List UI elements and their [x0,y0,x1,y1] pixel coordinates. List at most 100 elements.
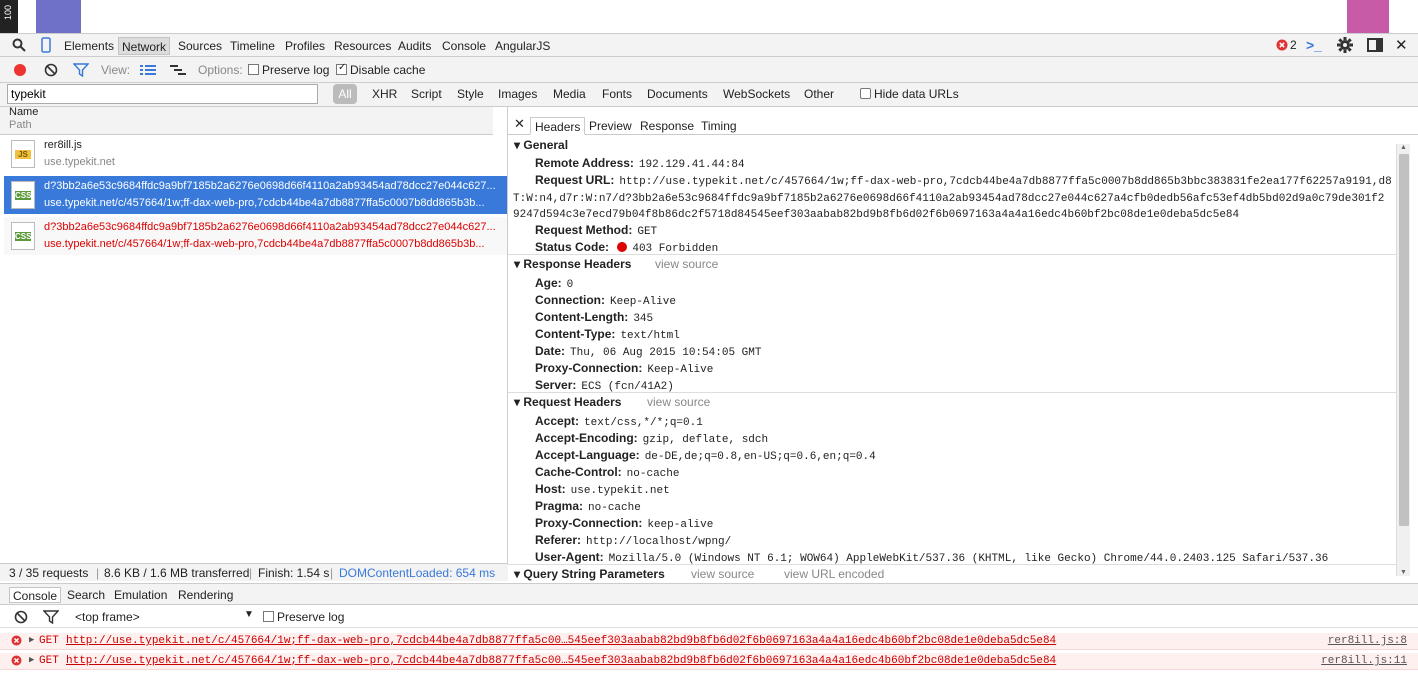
clear-console-icon[interactable] [14,610,28,624]
drawer-tab-search[interactable]: Search [64,587,108,603]
query-string-section-header[interactable]: ▾ Query String Parameters view source vi… [514,567,1114,581]
disable-cache-checkbox[interactable]: Disable cache [336,62,425,77]
header-row: Accept: text/css,*/*;q=0.1 [535,414,703,429]
drawer-tab-console[interactable]: Console [9,587,62,603]
hide-data-urls-checkbox[interactable]: Hide data URLs [860,87,959,101]
view-url-encoded-link[interactable]: view URL encoded [784,567,884,581]
filter-type-websockets[interactable]: WebSockets [723,87,790,101]
tab-angularjs[interactable]: AngularJS [492,37,553,55]
detail-tabs: ✕ Headers Preview Response Timing [508,115,1418,135]
tab-headers[interactable]: Headers [530,117,586,135]
drawer-tab-emulation[interactable]: Emulation [111,587,170,603]
divider [508,254,1396,255]
header-row: Proxy-Connection: keep-alive [535,516,714,531]
checkbox-box [263,611,274,622]
scroll-up-icon[interactable]: ▲ [1400,144,1407,151]
finish-time: Finish: 1.54 s [258,566,330,580]
request-row-selected[interactable]: CSS d?3bb2a6e53c9684ffdc9a9bf7185b2a6276… [4,176,507,214]
device-mode-icon[interactable] [40,37,52,53]
frame-select[interactable]: <top frame> ▼ [71,608,256,625]
filter-type-xhr[interactable]: XHR [372,87,397,101]
record-icon[interactable] [13,63,27,77]
tab-audits[interactable]: Audits [395,37,434,55]
scroll-down-icon[interactable]: ▼ [1400,569,1407,576]
hide-data-urls-label: Hide data URLs [874,87,959,101]
view-source-link[interactable]: view source [691,567,754,581]
tab-elements[interactable]: Elements [61,37,117,55]
filter-type-other[interactable]: Other [804,87,834,101]
console-prompt[interactable] [0,673,1418,679]
status-error-dot [617,242,628,252]
filter-input[interactable] [7,84,318,104]
filter-type-documents[interactable]: Documents [647,87,708,101]
request-headers-section-header[interactable]: ▾ Request Headers view source [514,395,914,409]
frame-select-value: <top frame> [75,610,140,624]
filter-type-media[interactable]: Media [553,87,586,101]
request-row[interactable]: JS rer8ill.js use.typekit.net [4,135,507,173]
filter-icon[interactable] [73,63,89,77]
view-source-link[interactable]: view source [655,257,718,271]
error-source-link[interactable]: rer8ill.js:11 [1321,655,1407,667]
request-list-header[interactable]: Name Path [0,106,493,135]
scrollbar-thumb[interactable] [1399,154,1409,526]
filter-type-fonts[interactable]: Fonts [602,87,632,101]
filter-type-script[interactable]: Script [411,87,442,101]
chevron-down-icon: ▼ [244,609,254,620]
header-row: Cache-Control: no-cache [535,465,680,480]
console-preserve-log-checkbox[interactable]: Preserve log [263,610,344,624]
console-drawer-icon[interactable]: >_ [1306,37,1322,53]
error-counter[interactable]: 2 [1276,38,1297,52]
tab-response[interactable]: Response [636,117,698,135]
header-row: Date: Thu, 06 Aug 2015 10:54:05 GMT [535,344,762,359]
tab-timeline[interactable]: Timeline [227,37,278,55]
filter-type-style[interactable]: Style [457,87,484,101]
console-error-row[interactable]: ▶ GET http://use.typekit.net/c/457664/1w… [0,653,1418,670]
filter-icon[interactable] [43,610,59,624]
error-source-link[interactable]: rer8ill.js:8 [1328,635,1407,647]
response-headers-section-header[interactable]: ▾ Response Headers view source [514,257,914,271]
header-row: Accept-Encoding: gzip, deflate, sdch [535,431,769,446]
checkbox-box [336,62,347,75]
close-icon[interactable]: ✕ [1395,36,1408,54]
divider: | [330,566,334,580]
dock-side-icon[interactable] [1367,38,1383,52]
general-section-header[interactable]: ▾ General [514,138,568,152]
close-details-icon[interactable]: ✕ [514,116,525,132]
gear-icon[interactable] [1337,37,1353,53]
expand-triangle-icon[interactable]: ▶ [29,635,34,645]
drawer-tab-rendering[interactable]: Rendering [175,587,236,603]
tab-resources[interactable]: Resources [331,37,394,55]
large-rows-icon[interactable] [140,63,156,77]
search-icon[interactable] [12,38,26,52]
error-count: 2 [1290,38,1297,52]
header-row: Accept-Language: de-DE,de;q=0.8,en-US;q=0… [535,448,876,463]
expand-triangle-icon[interactable]: ▶ [29,655,34,665]
request-details: ✕ Headers Preview Response Timing ▾ Gene… [508,107,1418,581]
header-row: Status Code: 403 Forbidden [535,240,719,255]
tab-console[interactable]: Console [439,37,489,55]
header-row-continued: 9247d594c3e7ecd79b04f8b86dc2f5718d84545e… [513,209,1240,221]
tab-timing[interactable]: Timing [697,117,741,135]
tab-network[interactable]: Network [118,37,171,55]
preserve-log-checkbox[interactable]: Preserve log [248,63,329,77]
clear-icon[interactable] [44,63,58,77]
tab-preview[interactable]: Preview [585,117,636,135]
header-row: Remote Address: 192.129.41.44:84 [535,156,745,171]
view-source-link[interactable]: view source [647,395,710,409]
vertical-scrollbar[interactable]: ▲ ▼ [1396,144,1410,576]
filter-type-all[interactable]: All [333,84,357,104]
request-row[interactable]: CSS d?3bb2a6e53c9684ffdc9a9bf7185b2a6276… [4,217,507,255]
requests-count: 3 / 35 requests [9,566,89,580]
error-url-link[interactable]: http://use.typekit.net/c/457664/1w;ff-da… [66,635,1056,647]
filter-type-images[interactable]: Images [498,87,537,101]
error-url-link[interactable]: http://use.typekit.net/c/457664/1w;ff-da… [66,655,1056,667]
console-error-row[interactable]: ▶ GET http://use.typekit.net/c/457664/1w… [0,633,1418,650]
triangle-down-icon: ▾ [514,567,521,581]
tab-sources[interactable]: Sources [175,37,225,55]
request-path: use.typekit.net/c/457664/1w;ff-dax-web-p… [44,197,485,209]
tab-profiles[interactable]: Profiles [282,37,328,55]
checkbox-box [248,64,259,75]
css-file-icon: CSS [11,222,35,250]
header-row: Request URL: http://use.typekit.net/c/457… [535,173,1392,188]
overview-icon[interactable] [170,63,186,77]
